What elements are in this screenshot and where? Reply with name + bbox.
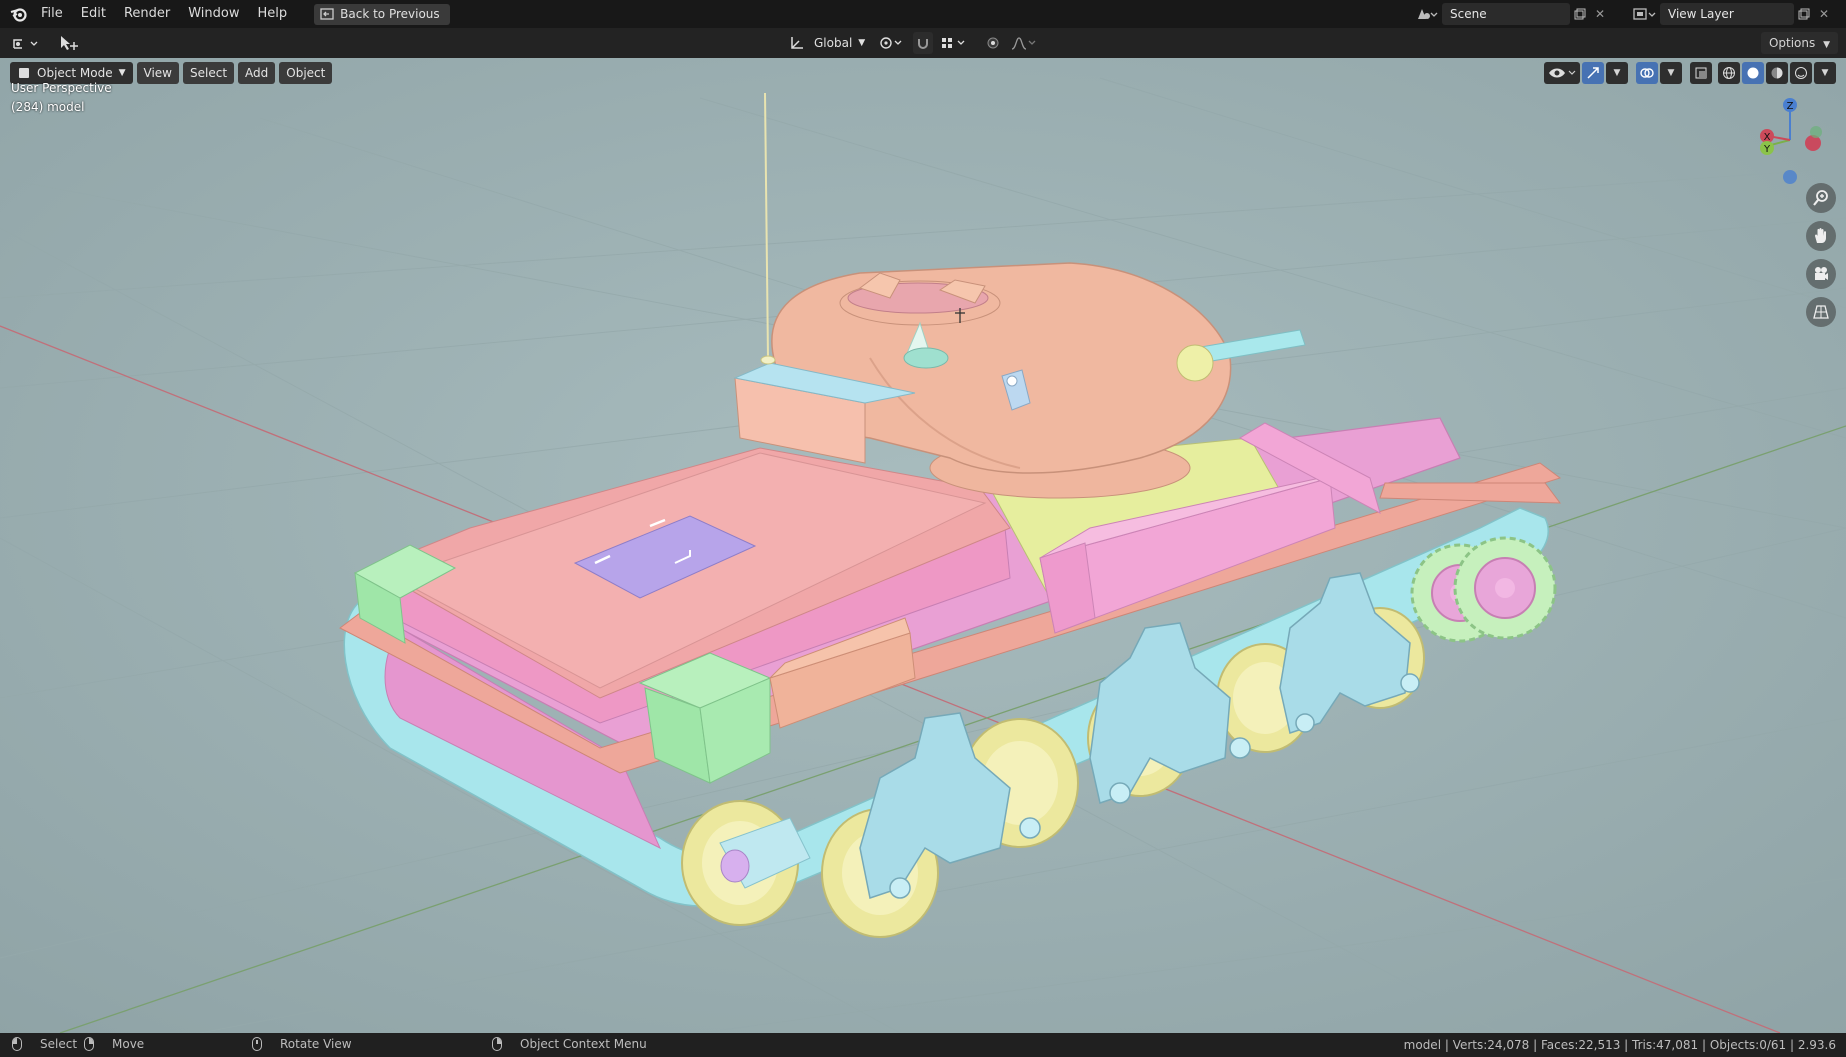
transform-orientation-dropdown[interactable]: Global ▼ — [814, 32, 865, 54]
pan-hand-icon[interactable] — [1806, 221, 1836, 251]
new-scene-icon[interactable] — [1570, 3, 1590, 25]
perspective-toggle-icon[interactable] — [1806, 297, 1836, 327]
chevron-down-icon: ▼ — [118, 68, 126, 78]
status-context-label: Object Context Menu — [520, 1037, 647, 1051]
transform-orientation-icon — [786, 32, 808, 54]
new-view-layer-icon[interactable] — [1794, 3, 1814, 25]
menu-window[interactable]: Window — [179, 0, 248, 28]
navigation-gizmo[interactable]: Z X Y — [1745, 95, 1835, 185]
object-mode-icon — [19, 68, 29, 78]
navigation-buttons — [1806, 183, 1836, 327]
menu-file[interactable]: File — [32, 0, 72, 28]
camera-view-icon[interactable] — [1806, 259, 1836, 289]
snap-toggle-icon[interactable] — [913, 32, 934, 54]
middle-mouse-icon — [252, 1037, 262, 1051]
3d-viewport[interactable]: Object Mode ▼ View Select Add Object ▼ ▼ — [0, 58, 1846, 1033]
status-move-hint: Move — [84, 1037, 144, 1051]
viewport-shading-controls: ▼ ▼ ▼ — [1544, 62, 1836, 84]
left-mouse-icon — [12, 1037, 22, 1051]
menu-help[interactable]: Help — [249, 0, 297, 28]
menu-render[interactable]: Render — [115, 0, 179, 28]
select-menu[interactable]: Select — [183, 62, 235, 84]
xray-toggle-icon[interactable] — [1690, 62, 1712, 84]
right-mouse-icon — [492, 1037, 502, 1051]
pivot-point-icon[interactable] — [877, 32, 907, 54]
zoom-icon[interactable] — [1806, 183, 1836, 213]
wireframe-shading-icon[interactable] — [1718, 62, 1740, 84]
scene-selector: Scene ✕ — [1412, 3, 1610, 25]
rendered-shading-icon[interactable] — [1790, 62, 1812, 84]
overlays-toggle-icon[interactable] — [1636, 62, 1658, 84]
back-to-previous-button[interactable]: Back to Previous — [314, 3, 450, 25]
status-rotate-label: Rotate View — [280, 1037, 352, 1051]
gun-mount — [1176, 344, 1214, 382]
scene-statistics: model | Verts:24,078 | Faces:22,513 | Tr… — [1403, 1038, 1836, 1052]
gizmo-options-chevron-icon[interactable]: ▼ — [1606, 62, 1628, 84]
blender-logo-icon[interactable] — [6, 0, 32, 28]
chevron-down-icon: ▼ — [1823, 40, 1830, 50]
scene-name-field[interactable]: Scene — [1442, 3, 1570, 25]
gizmo-neg-y-handle[interactable] — [1810, 126, 1822, 138]
view-layer-selector: View Layer ✕ — [1628, 3, 1834, 25]
status-context-hint: Object Context Menu — [492, 1037, 647, 1051]
proportional-falloff-icon[interactable] — [1009, 32, 1039, 54]
status-select-label: Select — [40, 1037, 78, 1051]
solid-shading-icon[interactable] — [1742, 62, 1764, 84]
status-bar: Select Move Rotate View Object Context M… — [0, 1033, 1846, 1057]
gizmo-z-label: Z — [1787, 101, 1794, 112]
view-layer-field[interactable]: View Layer — [1660, 3, 1794, 25]
add-menu[interactable]: Add — [238, 62, 276, 84]
status-move-label: Move — [112, 1037, 145, 1051]
snap-target-icon[interactable] — [939, 32, 969, 54]
menu-edit[interactable]: Edit — [72, 0, 115, 28]
right-drag-mouse-icon — [84, 1037, 94, 1051]
options-label: Options — [1768, 36, 1816, 50]
visibility-eye-icon[interactable] — [1544, 62, 1580, 84]
viewport-header: Global ▼ Options ▼ — [0, 28, 1846, 58]
drive-sprocket — [1410, 536, 1557, 643]
viewport-scene[interactable] — [0, 58, 1846, 1033]
gizmo-toggle-icon[interactable] — [1582, 62, 1604, 84]
options-dropdown[interactable]: Options ▼ — [1760, 32, 1838, 54]
shading-options-chevron-icon[interactable]: ▼ — [1814, 62, 1836, 84]
view-menu[interactable]: View — [136, 62, 179, 84]
gizmo-y-label: Y — [1763, 144, 1771, 155]
status-rotate-hint: Rotate View — [252, 1037, 352, 1051]
editor-type-icon[interactable] — [10, 32, 42, 54]
remove-view-layer-icon[interactable]: ✕ — [1814, 3, 1834, 25]
material-shading-icon[interactable] — [1766, 62, 1788, 84]
back-to-previous-label: Back to Previous — [340, 7, 440, 21]
proportional-editing-icon[interactable] — [983, 32, 1003, 54]
scene-browse-icon[interactable] — [1412, 3, 1442, 25]
object-menu[interactable]: Object — [279, 62, 333, 84]
view-layer-browse-icon[interactable] — [1628, 3, 1660, 25]
top-bar: File Edit Render Window Help Back to Pre… — [0, 0, 1846, 28]
overlays-options-chevron-icon[interactable]: ▼ — [1660, 62, 1682, 84]
orientation-label: Global — [814, 36, 853, 50]
active-object-label: (284) model — [11, 100, 85, 114]
select-tool-icon[interactable] — [56, 32, 82, 54]
view-perspective-label: User Perspective — [11, 81, 112, 95]
back-icon — [320, 8, 334, 20]
chevron-down-icon: ▼ — [858, 38, 866, 48]
remove-scene-icon[interactable]: ✕ — [1590, 3, 1610, 25]
status-select-hint: Select — [12, 1037, 77, 1051]
gizmo-neg-z-handle[interactable] — [1783, 170, 1797, 184]
